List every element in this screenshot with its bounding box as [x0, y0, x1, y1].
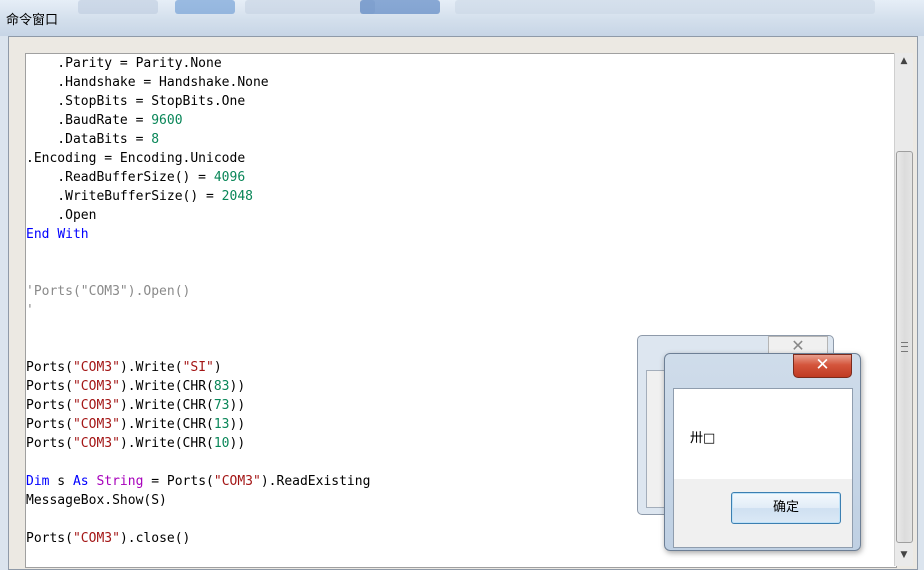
code-token: 2048	[221, 189, 253, 204]
code-line: Ports("COM3").Write(CHR(13))	[26, 415, 370, 434]
code-text: .Parity = Parity.None .Handshake = Hands…	[26, 54, 370, 548]
code-token: Ports(	[26, 398, 73, 413]
code-token: .Parity = Parity.None	[26, 56, 222, 71]
code-token: 73	[213, 398, 230, 413]
code-token: "COM3"	[72, 531, 120, 546]
vertical-scrollbar[interactable]: ▲ ▼	[894, 53, 913, 566]
code-token: 83	[213, 379, 230, 394]
code-line: MessageBox.Show(S)	[26, 491, 370, 510]
code-line: .WriteBufferSize() = 2048	[26, 187, 370, 206]
code-token: MessageBox.Show(S)	[26, 493, 167, 508]
code-token: String	[96, 474, 144, 489]
code-token: .Open	[26, 208, 97, 223]
code-token: 4096	[213, 170, 246, 185]
code-token: 9600	[151, 113, 183, 128]
code-line: .Open	[26, 206, 370, 225]
code-token: ).Write(	[119, 360, 183, 375]
code-token: Ports(	[26, 360, 73, 375]
code-token: "COM3"	[72, 417, 120, 432]
code-token: 10	[213, 436, 230, 451]
code-line: Ports("COM3").Write(CHR(83))	[26, 377, 370, 396]
ok-button[interactable]: 确定	[731, 492, 841, 524]
code-token: Dim	[26, 474, 50, 489]
code-token: As	[72, 474, 89, 489]
code-token: ))	[229, 379, 246, 394]
code-line: Ports("COM3").close()	[26, 529, 370, 548]
code-token: .StopBits = StopBits.One	[26, 94, 246, 109]
code-token: With	[57, 227, 89, 242]
code-line: .DataBits = 8	[26, 130, 370, 149]
code-token: "COM3"	[72, 360, 120, 375]
code-token: '	[26, 303, 34, 318]
code-token: ))	[229, 417, 246, 432]
background-blur	[78, 0, 158, 14]
code-token: Ports(	[26, 531, 73, 546]
code-token: Ports(	[26, 436, 73, 451]
code-token: .ReadBufferSize() =	[26, 170, 214, 185]
code-line: .Parity = Parity.None	[26, 54, 370, 73]
code-line: .BaudRate = 9600	[26, 111, 370, 130]
code-token: 13	[213, 417, 230, 432]
code-token: .Encoding = Encoding.Unicode	[26, 151, 246, 166]
background-blur	[455, 0, 875, 14]
code-line: .Handshake = Handshake.None	[26, 73, 370, 92]
message-area: 卅□	[674, 389, 852, 479]
code-token: ))	[229, 436, 246, 451]
down-arrow-icon[interactable]: ▼	[895, 547, 913, 564]
message-box: ✕ 卅□ 确定	[664, 353, 861, 551]
code-line: Dim s As String = Ports("COM3").ReadExis…	[26, 472, 370, 491]
code-token: ).ReadExisting	[260, 474, 371, 489]
code-token: ).Write(CHR(	[119, 398, 214, 413]
code-token: "COM3"	[72, 379, 120, 394]
code-line: .ReadBufferSize() = 4096	[26, 168, 370, 187]
code-line: '	[26, 301, 370, 320]
code-line: .Encoding = Encoding.Unicode	[26, 149, 370, 168]
code-token: ).Write(CHR(	[119, 417, 214, 432]
code-token: ).Write(CHR(	[119, 436, 214, 451]
code-token: s	[49, 474, 73, 489]
code-line: Ports("COM3").Write("SI")	[26, 358, 370, 377]
code-token: "COM3"	[72, 436, 120, 451]
code-line: Ports("COM3").Write(CHR(73))	[26, 396, 370, 415]
grip-icon	[901, 342, 908, 352]
message-box-body: 卅□ 确定	[673, 388, 853, 548]
code-line: .StopBits = StopBits.One	[26, 92, 370, 111]
code-token: ).close()	[119, 531, 191, 546]
background-blur	[175, 0, 235, 14]
background-blur	[245, 0, 375, 14]
code-token: .Handshake = Handshake.None	[26, 75, 269, 90]
code-line: Ports("COM3").Write(CHR(10))	[26, 434, 370, 453]
code-token: .DataBits =	[26, 132, 152, 147]
code-token: .BaudRate =	[26, 113, 152, 128]
code-token: ))	[229, 398, 246, 413]
code-token: 8	[151, 132, 160, 147]
code-token: "COM3"	[72, 398, 120, 413]
code-token: = Ports(	[143, 474, 214, 489]
up-arrow-icon[interactable]: ▲	[895, 53, 913, 70]
code-token: End	[26, 227, 50, 242]
code-token: 'Ports("COM3").Open()	[26, 284, 191, 299]
window-title: 命令窗口	[6, 13, 59, 28]
code-token: )	[213, 360, 222, 375]
code-token: Ports(	[26, 379, 73, 394]
background-blur	[360, 0, 440, 14]
code-token: ).Write(CHR(	[119, 379, 214, 394]
close-button[interactable]: ✕	[793, 354, 852, 378]
code-token: "COM3"	[213, 474, 261, 489]
message-text: 卅□	[690, 431, 716, 446]
code-token: .WriteBufferSize() =	[26, 189, 222, 204]
window-titlebar[interactable]: 命令窗口	[0, 0, 924, 36]
code-token: Ports(	[26, 417, 73, 432]
code-line: 'Ports("COM3").Open()	[26, 282, 370, 301]
scrollbar-thumb[interactable]	[896, 151, 913, 543]
code-token: "SI"	[182, 360, 214, 375]
code-line: End With	[26, 225, 370, 244]
